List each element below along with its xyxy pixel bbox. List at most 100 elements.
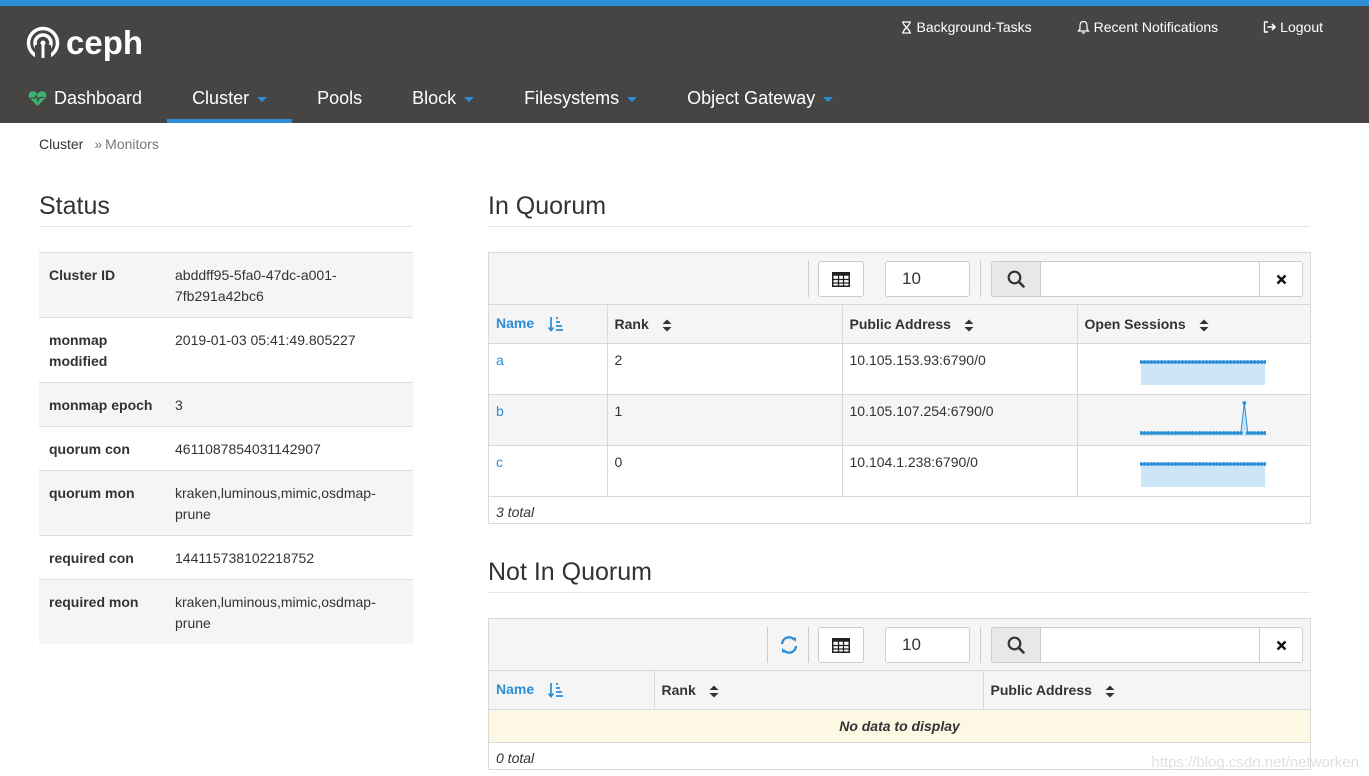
caret-down-icon xyxy=(257,96,268,102)
status-value: abddff95-5fa0-47dc-a001-7fb291a42bc6 xyxy=(166,252,413,318)
toolbar-divider xyxy=(808,627,809,663)
monitor-name-link[interactable]: b xyxy=(489,394,608,446)
sparkline-point xyxy=(1259,359,1263,364)
sparkline-point xyxy=(1235,359,1239,364)
breadcrumb-cluster[interactable]: Cluster xyxy=(39,136,83,152)
sparkline-point xyxy=(1214,359,1219,364)
nav-object-gateway[interactable]: Object Gateway xyxy=(662,73,858,123)
column-header-public-address[interactable]: Public Address xyxy=(983,671,1310,710)
nav-pools[interactable]: Pools xyxy=(292,73,387,123)
sort-ascending-icon xyxy=(548,317,564,333)
column-header-name[interactable]: Name xyxy=(489,671,655,710)
sparkline-point xyxy=(1179,359,1184,364)
sparkline-point xyxy=(1179,430,1184,435)
sparkline-point xyxy=(1221,430,1226,435)
sort-icon xyxy=(964,319,974,332)
status-value: 3 xyxy=(166,382,413,427)
status-row: quorum mon kraken,luminous,mimic,osdmap-… xyxy=(39,470,413,536)
logout-link[interactable]: Logout xyxy=(1263,17,1323,37)
sparkline-point xyxy=(1245,359,1250,364)
caret-down-icon xyxy=(627,96,638,102)
page-size-input[interactable]: 10 xyxy=(885,627,970,663)
page-size-input[interactable]: 10 xyxy=(885,261,970,297)
monitor-name-link[interactable]: a xyxy=(489,343,608,395)
toolbar-divider xyxy=(767,627,768,663)
sparkline-point xyxy=(1169,359,1174,364)
sparkline-point xyxy=(1204,430,1208,435)
column-header-label: Public Address xyxy=(990,681,1092,698)
logout-icon xyxy=(1263,21,1277,33)
clear-search-button[interactable] xyxy=(1259,627,1303,663)
sparkline-point xyxy=(1241,461,1246,466)
column-header-label: Name xyxy=(496,315,535,332)
search-addon xyxy=(991,627,1041,663)
sparkline-point xyxy=(1173,430,1177,435)
sparkline-point xyxy=(1224,461,1229,466)
nav-filesystems-label: Filesystems xyxy=(524,87,620,108)
sparkline-point xyxy=(1221,461,1226,466)
status-key: Cluster ID xyxy=(39,252,166,318)
sparkline-point xyxy=(1217,461,1222,466)
toolbar-divider xyxy=(980,261,981,297)
ceph-logo-icon xyxy=(26,26,60,60)
sparkline-point xyxy=(1210,359,1215,364)
sparkline-point xyxy=(1224,430,1229,435)
sort-icon xyxy=(1199,319,1209,332)
nav-filesystems[interactable]: Filesystems xyxy=(499,73,662,123)
sparkline-point xyxy=(1238,461,1243,466)
background-tasks-link[interactable]: Background-Tasks xyxy=(901,17,1032,37)
navbar: ceph Background-Tasks Recent Notificatio… xyxy=(0,6,1369,123)
status-row: monmap epoch 3 xyxy=(39,382,413,427)
recent-notifications-link[interactable]: Recent Notifications xyxy=(1076,17,1218,37)
sparkline-point xyxy=(1248,461,1253,466)
search-icon xyxy=(1007,270,1025,288)
sparkline-point xyxy=(1228,461,1232,466)
sparkline-point xyxy=(1169,430,1174,435)
sparkline-point xyxy=(1217,359,1222,364)
column-header-name[interactable]: Name xyxy=(489,305,608,344)
column-toggle-button[interactable] xyxy=(818,261,864,297)
monitor-rank: 2 xyxy=(607,343,843,395)
status-row: monmap modified 2019-01-03 05:41:49.8052… xyxy=(39,317,413,383)
status-title: Status xyxy=(39,192,110,220)
monitor-name-link[interactable]: c xyxy=(489,445,608,497)
monitor-rank: 0 xyxy=(607,445,843,497)
sparkline-point xyxy=(1238,359,1243,364)
sparkline-point xyxy=(1228,430,1232,435)
status-value: kraken,luminous,mimic,osdmap-prune xyxy=(166,579,413,644)
nav-cluster[interactable]: Cluster xyxy=(167,73,293,123)
search-input[interactable] xyxy=(1041,261,1261,297)
sparkline-point xyxy=(1173,461,1177,466)
status-row: Cluster ID abddff95-5fa0-47dc-a001-7fb29… xyxy=(39,252,413,318)
bell-icon xyxy=(1076,20,1090,34)
column-header-open-sessions[interactable]: Open Sessions xyxy=(1077,305,1310,344)
sparkline-point xyxy=(1142,461,1146,466)
logout-label: Logout xyxy=(1280,19,1323,35)
column-header-rank[interactable]: Rank xyxy=(654,671,984,710)
sparkline-point xyxy=(1255,359,1260,364)
monitor-rank: 1 xyxy=(607,394,843,446)
column-header-public-address[interactable]: Public Address xyxy=(842,305,1078,344)
nav-pools-label: Pools xyxy=(317,87,363,108)
not-in-quorum-table: 10 Name Rank Public Address No data to d… xyxy=(488,618,1311,770)
refresh-button[interactable] xyxy=(778,634,800,656)
column-header-rank[interactable]: Rank xyxy=(607,305,843,344)
clear-search-button[interactable] xyxy=(1259,261,1303,297)
column-header-label: Rank xyxy=(614,315,649,332)
sparkline-point xyxy=(1252,359,1257,364)
ceph-logo[interactable]: ceph xyxy=(26,24,143,61)
sparkline-area xyxy=(1140,361,1265,385)
not-in-quorum-toolbar: 10 xyxy=(489,619,1310,671)
sparkline-point xyxy=(1214,430,1219,435)
nav-block[interactable]: Block xyxy=(387,73,499,123)
sparkline-point xyxy=(1145,359,1150,364)
sparkline-point xyxy=(1166,430,1170,435)
column-header-label: Name xyxy=(496,681,535,698)
column-toggle-button[interactable] xyxy=(818,627,864,663)
sparkline-point xyxy=(1186,430,1191,435)
refresh-icon xyxy=(780,636,798,654)
search-input[interactable] xyxy=(1041,627,1261,663)
nav-dashboard[interactable]: Dashboard xyxy=(0,73,167,123)
monitor-address: 10.105.107.254:6790/0 xyxy=(842,394,1078,446)
sparkline-point xyxy=(1145,461,1150,466)
